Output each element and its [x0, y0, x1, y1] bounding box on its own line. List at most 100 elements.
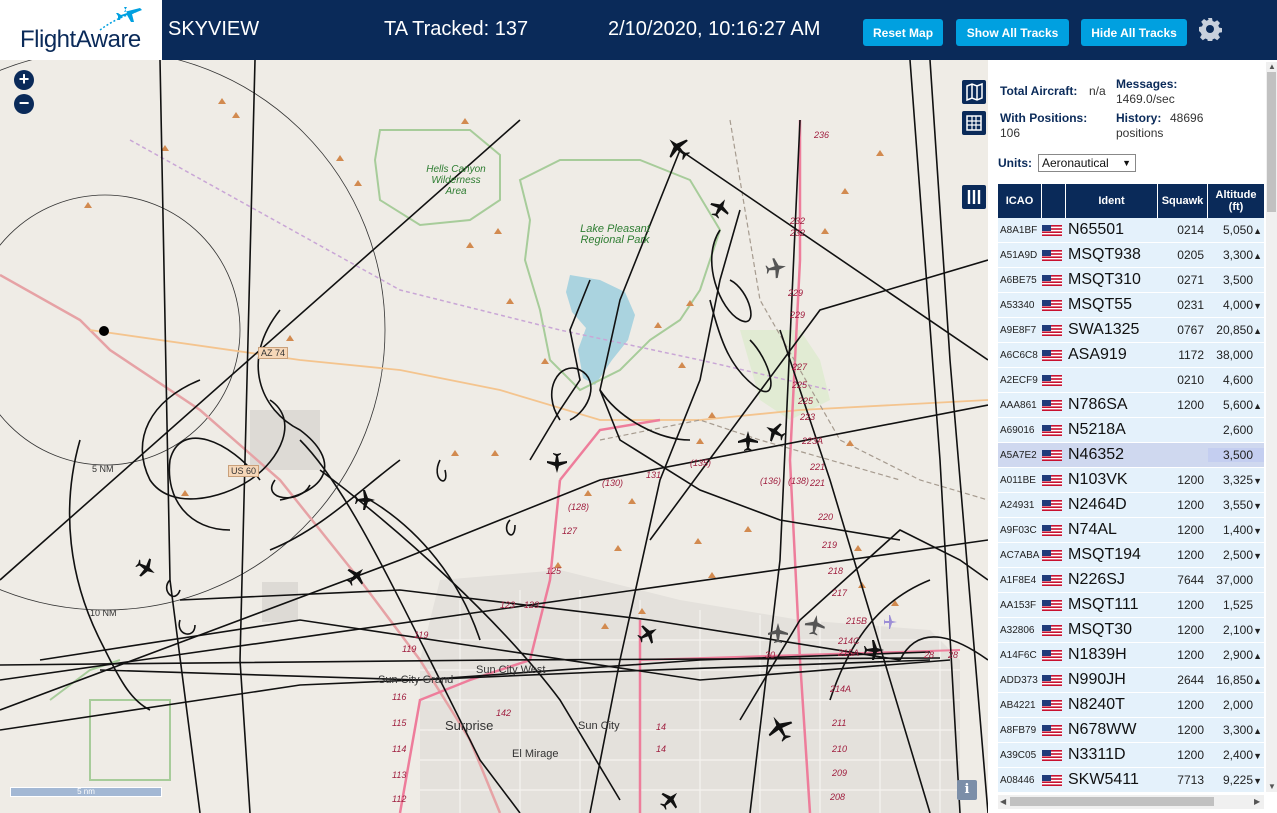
col-header-flag — [1042, 184, 1066, 218]
col-header-squawk[interactable]: Squawk — [1158, 184, 1208, 218]
table-row[interactable]: A51A9D MSQT938 0205 3,300▲ — [998, 243, 1264, 268]
show-all-tracks-button[interactable]: Show All Tracks — [956, 19, 1069, 46]
table-row[interactable]: A08446 SKW5411 7713 9,225▼ — [998, 768, 1264, 793]
table-row[interactable]: A69016 N5218A 2,600 — [998, 418, 1264, 443]
table-row[interactable]: AB4221 N8240T 1200 2,000 — [998, 693, 1264, 718]
scroll-left-arrow-icon[interactable]: ◀ — [1000, 797, 1006, 806]
altitude-trend-icon: ▼ — [1253, 476, 1262, 486]
altitude-trend-icon: ▼ — [1253, 551, 1262, 561]
table-row[interactable]: A6BE75 MSQT310 0271 3,500 — [998, 268, 1264, 293]
altitude-value: 5,050 — [1222, 223, 1253, 237]
table-row[interactable]: A24931 N2464D 1200 3,550▼ — [998, 493, 1264, 518]
table-row[interactable]: A5A7E2 N46352 3,500 — [998, 443, 1264, 468]
row-icao: A9E8F7 — [1000, 324, 1037, 336]
altitude-trend-icon: ▲ — [1253, 226, 1262, 236]
hide-all-tracks-button[interactable]: Hide All Tracks — [1081, 19, 1187, 46]
horizontal-scrollbar-thumb[interactable] — [1010, 797, 1214, 806]
row-ident: SKW5411 — [1068, 771, 1139, 788]
logo-container[interactable]: FlightAware — [0, 0, 162, 60]
row-altitude: 2,600 — [1208, 423, 1264, 437]
table-row[interactable]: AC7ABA MSQT194 1200 2,500▼ — [998, 543, 1264, 568]
table-row[interactable]: A9F03C N74AL 1200 1,400▼ — [998, 518, 1264, 543]
row-altitude: 5,600▲ — [1208, 398, 1264, 412]
route-number: 223A — [802, 436, 824, 446]
column-toggle[interactable] — [962, 185, 986, 209]
col-header-altitude[interactable]: Altitude (ft) — [1208, 184, 1264, 218]
row-ident: N226SJ — [1068, 571, 1125, 588]
altitude-trend-icon: ▲ — [1253, 726, 1262, 736]
row-icao: A9F03C — [1000, 524, 1037, 536]
altitude-trend-icon: ▼ — [1253, 526, 1262, 536]
city-label-sun-city-grand: Sun City Grand — [378, 674, 454, 686]
table-row[interactable]: A1F8E4 N226SJ 7644 37,000 — [998, 568, 1264, 593]
route-number: 119 — [402, 644, 417, 654]
us-flag-icon — [1042, 324, 1066, 336]
table-row[interactable]: A39C05 N3311D 1200 2,400▼ — [998, 743, 1264, 768]
us-flag-icon — [1042, 499, 1066, 511]
table-row[interactable]: A6C6C8 ASA919 1172 38,000 — [998, 343, 1264, 368]
altitude-value: 2,500 — [1222, 548, 1253, 562]
table-row[interactable]: AAA861 N786SA 1200 5,600▲ — [998, 393, 1264, 418]
table-row[interactable]: A2ECF9 0210 4,600 — [998, 368, 1264, 393]
grid-toggle[interactable] — [962, 111, 986, 135]
dropdown-arrow-icon: ▼ — [1122, 158, 1131, 168]
scroll-down-arrow-icon[interactable]: ▼ — [1268, 782, 1276, 791]
map-layer-toggle[interactable] — [962, 80, 986, 104]
route-number: 229 — [788, 288, 804, 298]
units-select[interactable]: Aeronautical ▼ — [1038, 154, 1136, 172]
regional-park-boundary — [518, 159, 722, 392]
altitude-value: 4,000 — [1222, 298, 1253, 312]
map-scale-bar: 5 nm — [10, 787, 162, 797]
us-flag-icon — [1042, 574, 1066, 586]
route-number: 28 — [924, 650, 935, 660]
col-header-ident[interactable]: Ident — [1066, 184, 1158, 218]
row-ident: N8240T — [1068, 696, 1125, 713]
us-flag-icon — [1042, 274, 1066, 286]
route-number: 229 — [790, 310, 806, 320]
route-number: 215A — [838, 648, 860, 658]
reset-map-button[interactable]: Reset Map — [863, 19, 943, 46]
altitude-value: 2,900 — [1222, 648, 1253, 662]
map-canvas[interactable] — [0, 60, 988, 813]
us-flag-icon — [1042, 649, 1066, 661]
city-label-el-mirage: El Mirage — [512, 748, 559, 760]
table-row[interactable]: A32806 MSQT30 1200 2,100▼ — [998, 618, 1264, 643]
messages-label: Messages: — [1116, 77, 1178, 91]
table-row[interactable]: A8A1BF N65501 0214 5,050▲ — [998, 218, 1264, 243]
vertical-scrollbar-thumb[interactable] — [1267, 72, 1276, 212]
altitude-value: 16,850 — [1216, 673, 1253, 687]
table-row[interactable]: A8FB79 N678WW 1200 3,300▲ — [998, 718, 1264, 743]
altitude-value: 3,500 — [1222, 273, 1253, 287]
table-row[interactable]: A14F6C N1839H 1200 2,900▲ — [998, 643, 1264, 668]
row-altitude: 2,100▼ — [1208, 623, 1264, 637]
table-row[interactable]: A53340 MSQT55 0231 4,000▼ — [998, 293, 1264, 318]
range-ring-label-5nm: 5 NM — [92, 464, 114, 474]
route-number: 119 — [414, 630, 429, 640]
route-number: 214A — [830, 684, 852, 694]
aircraft-sidebar: Total Aircraft: n/a Messages: 1469.0/sec… — [988, 60, 1277, 813]
table-row[interactable]: AA153F MSQT111 1200 1,525 — [998, 593, 1264, 618]
row-squawk: 1200 — [1177, 548, 1204, 562]
zoom-in-button[interactable]: + — [14, 70, 34, 90]
info-button[interactable]: i — [957, 780, 977, 800]
table-row[interactable]: A011BE N103VK 1200 3,325▼ — [998, 468, 1264, 493]
scroll-up-arrow-icon[interactable]: ▲ — [1268, 62, 1276, 71]
row-ident: N786SA — [1068, 396, 1128, 413]
settings-gear-icon[interactable] — [1198, 17, 1222, 41]
us-flag-icon — [1042, 349, 1066, 361]
table-row[interactable]: ADD373 N990JH 2644 16,850▲ — [998, 668, 1264, 693]
zoom-out-button[interactable]: − — [14, 94, 34, 114]
table-row[interactable]: A9E8F7 SWA1325 0767 20,850▲ — [998, 318, 1264, 343]
row-icao: A69016 — [1000, 424, 1035, 436]
col-header-icao[interactable]: ICAO — [998, 184, 1042, 218]
row-squawk: 1200 — [1177, 623, 1204, 637]
altitude-trend-icon: ▼ — [1253, 626, 1262, 636]
map-view[interactable]: Hells Canyon Wilderness Area Lake Pleasa… — [0, 60, 988, 813]
logo-text: FlightAware — [20, 26, 141, 53]
row-ident: N2464D — [1068, 496, 1127, 513]
scroll-right-arrow-icon[interactable]: ▶ — [1254, 797, 1260, 806]
range-ring-10nm — [0, 60, 386, 611]
row-altitude: 38,000 — [1208, 348, 1264, 362]
route-number: 123 — [500, 600, 516, 610]
altitude-value: 37,000 — [1216, 573, 1253, 587]
